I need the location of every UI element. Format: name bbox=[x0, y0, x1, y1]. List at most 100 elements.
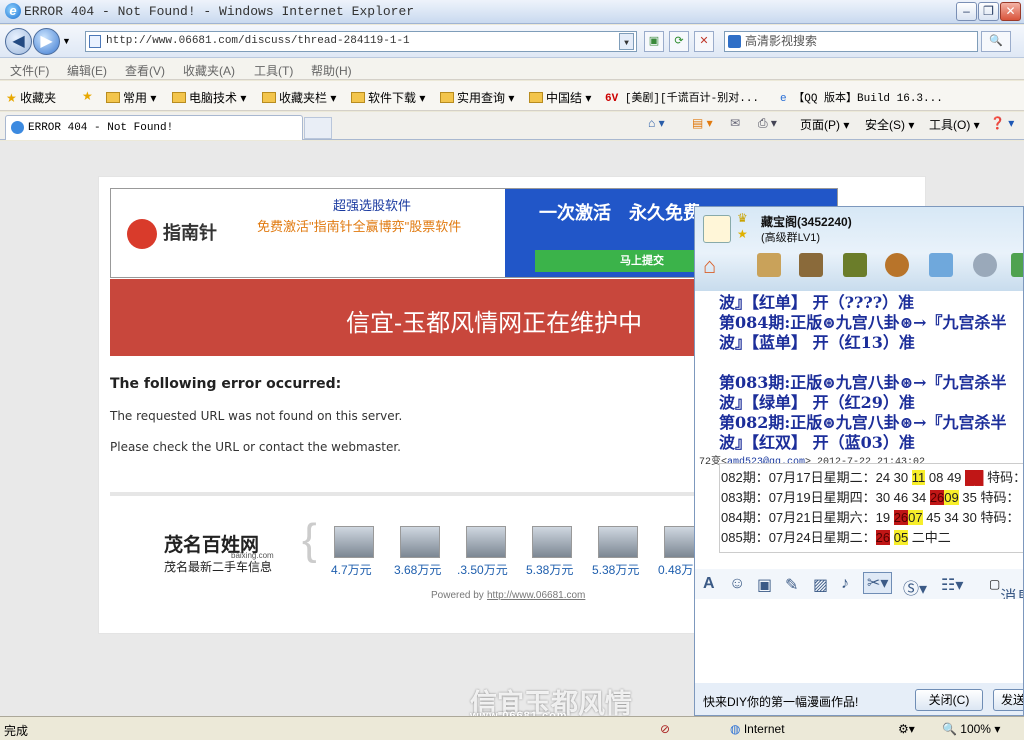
tab-active[interactable]: ERROR 404 - Not Found! bbox=[5, 115, 303, 140]
star-icon: ★ bbox=[6, 91, 17, 105]
message-input[interactable] bbox=[695, 599, 1023, 683]
coffee-icon[interactable] bbox=[885, 253, 909, 277]
car-thumbnail[interactable] bbox=[334, 526, 374, 558]
safety-menu[interactable]: 安全(S) ▾ bbox=[865, 116, 914, 133]
album-icon[interactable] bbox=[799, 253, 823, 277]
folder-share-icon[interactable] bbox=[757, 253, 781, 277]
menu-favorites[interactable]: 收藏夹(A) bbox=[183, 62, 235, 79]
edit-icon[interactable]: ✎ bbox=[785, 575, 798, 595]
address-input[interactable]: http://www.06681.com/discuss/thread-2841… bbox=[85, 31, 637, 52]
protected-mode-icon[interactable]: ⚙▾ bbox=[898, 722, 915, 736]
error-line-1: The requested URL was not found on this … bbox=[110, 409, 403, 423]
fav-folder-software[interactable]: 软件下载 ▾ bbox=[351, 89, 425, 106]
voice-icon[interactable]: Ⓢ▾ bbox=[903, 575, 927, 599]
folder-icon bbox=[106, 92, 120, 103]
car-price[interactable]: 5.38万元 bbox=[526, 561, 573, 578]
help-icon[interactable]: ❓ ▾ bbox=[990, 116, 1014, 130]
fav-link-tv[interactable]: 6V [美剧][千谎百计-别对... bbox=[605, 89, 759, 105]
tools-menu[interactable]: 工具(O) ▾ bbox=[929, 116, 980, 133]
add-favorite-icon[interactable]: ★ bbox=[82, 89, 93, 103]
back-button[interactable]: ◀ bbox=[5, 28, 32, 55]
more-icon[interactable]: ☷▾ bbox=[941, 575, 963, 595]
maintenance-banner: 信宜-玉都风情网正在维护中 bbox=[110, 279, 710, 356]
car-price[interactable]: 0.48万 bbox=[658, 561, 693, 578]
ad-brand: 指南针 bbox=[163, 223, 217, 244]
message-line: 波』【蓝单】 开（红13）准 bbox=[719, 333, 915, 352]
menu-view[interactable]: 查看(V) bbox=[125, 62, 165, 79]
car-price[interactable]: 3.68万元 bbox=[394, 561, 441, 578]
message-history-button[interactable]: ▢ 消息 bbox=[989, 577, 1023, 606]
fav-link-qq[interactable]: e 【QQ 版本】Build 16.3... bbox=[780, 89, 943, 105]
image-icon[interactable]: ▨ bbox=[813, 575, 828, 595]
table-row: 085期：07月24日星期二：26 05 二中二 bbox=[721, 530, 951, 545]
app-icon[interactable] bbox=[1011, 253, 1023, 277]
feeds-icon[interactable]: ▤ ▾ bbox=[692, 116, 713, 130]
mic-icon[interactable] bbox=[973, 253, 997, 277]
home-icon[interactable]: ⌂ bbox=[703, 253, 727, 278]
chat-settings-icon[interactable] bbox=[929, 253, 953, 277]
fav-folder-common[interactable]: 常用 ▾ bbox=[106, 89, 156, 106]
restore-button[interactable]: ❐ bbox=[978, 2, 999, 21]
folder-icon bbox=[262, 92, 276, 103]
minimize-button[interactable]: – bbox=[956, 2, 977, 21]
brace-decoration: { bbox=[302, 515, 317, 564]
address-dropdown-icon[interactable]: ▼ bbox=[619, 33, 634, 50]
globe-icon: ◍ bbox=[730, 722, 741, 736]
status-bar: 完成 ⊘ ◍ Internet ⚙▾ 🔍 100% ▾ bbox=[0, 716, 1024, 740]
zone-indicator[interactable]: ◍ Internet bbox=[730, 722, 785, 736]
history-dropdown-icon[interactable]: ▼ bbox=[62, 36, 71, 46]
compat-view-icon[interactable]: ▣ bbox=[644, 31, 664, 52]
stop-icon[interactable]: ✕ bbox=[694, 31, 714, 52]
page-icon bbox=[89, 35, 101, 48]
popup-blocked-icon[interactable]: ⊘ bbox=[660, 722, 670, 736]
home-icon[interactable]: ⌂ ▾ bbox=[648, 116, 665, 130]
folder-icon bbox=[351, 92, 365, 103]
car-thumbnail[interactable] bbox=[532, 526, 572, 558]
partner-caption: 茂名最新二手车信息 bbox=[164, 560, 273, 574]
search-input[interactable]: 高清影视搜索 bbox=[724, 31, 978, 52]
message-line: 波』【红双】 开（蓝03）准 bbox=[719, 433, 915, 452]
menu-edit[interactable]: 编辑(E) bbox=[67, 62, 107, 79]
qq-chat-window[interactable]: ♛ ★ 藏宝阁(3452240) (高级群LV1) ⌂ 波』【红单】 开（???… bbox=[694, 206, 1024, 716]
car-thumbnail[interactable] bbox=[598, 526, 638, 558]
refresh-icon[interactable]: ⟳ bbox=[669, 31, 689, 52]
favorites-button[interactable]: ★ 收藏夹 bbox=[6, 89, 56, 106]
compass-logo-icon bbox=[127, 219, 157, 249]
gift-icon[interactable]: ▣ bbox=[757, 575, 772, 595]
new-tab-button[interactable] bbox=[304, 117, 332, 139]
favorites-bar: ★ 收藏夹 ★ 常用 ▾ 电脑技术 ▾ 收藏夹栏 ▾ 软件下载 ▾ 实用查询 ▾… bbox=[0, 81, 1024, 111]
search-button[interactable]: 🔍 bbox=[981, 31, 1011, 52]
close-chat-button[interactable]: 关闭(C) bbox=[915, 689, 983, 711]
car-thumbnail[interactable] bbox=[466, 526, 506, 558]
crown-icon: ♛ bbox=[737, 211, 748, 225]
forward-button[interactable]: ▶ bbox=[33, 28, 60, 55]
menu-file[interactable]: 文件(F) bbox=[10, 62, 49, 79]
car-thumbnail[interactable] bbox=[400, 526, 440, 558]
video-icon[interactable] bbox=[843, 253, 867, 277]
music-icon[interactable]: ♪ bbox=[841, 575, 849, 593]
menu-tools[interactable]: 工具(T) bbox=[254, 62, 293, 79]
partner-ad[interactable]: 茂名百姓网 baixing.com 茂名最新二手车信息 { 4.7万元 3.68… bbox=[130, 516, 710, 578]
car-price[interactable]: 4.7万元 bbox=[331, 561, 372, 578]
zoom-control[interactable]: 🔍 100% ▾ bbox=[942, 722, 1000, 736]
tip-text[interactable]: 快来DIY你的第一幅漫画作品! bbox=[703, 693, 858, 710]
car-price[interactable]: 5.38万元 bbox=[592, 561, 639, 578]
fav-folder-query[interactable]: 实用查询 ▾ bbox=[440, 89, 514, 106]
group-name: 藏宝阁(3452240) bbox=[761, 215, 852, 229]
fav-folder-bar[interactable]: 收藏夹栏 ▾ bbox=[262, 89, 336, 106]
print-icon[interactable]: ⎙ ▾ bbox=[758, 116, 777, 131]
font-icon[interactable]: A bbox=[703, 575, 715, 593]
menu-help[interactable]: 帮助(H) bbox=[311, 62, 352, 79]
car-price[interactable]: .3.50万元 bbox=[457, 561, 508, 578]
fav-folder-tech[interactable]: 电脑技术 ▾ bbox=[172, 89, 246, 106]
emoji-icon[interactable]: ☺ bbox=[729, 575, 745, 593]
fav-folder-china[interactable]: 中国结 ▾ bbox=[529, 89, 591, 106]
page-menu[interactable]: 页面(P) ▾ bbox=[800, 116, 849, 133]
send-button[interactable]: 发送 bbox=[993, 689, 1023, 711]
ie-logo-icon: e bbox=[5, 3, 21, 19]
close-window-button[interactable]: ✕ bbox=[1000, 2, 1021, 21]
screenshot-icon[interactable]: ✂▾ bbox=[863, 572, 893, 594]
powered-link[interactable]: http://www.06681.com bbox=[487, 590, 585, 601]
group-avatar[interactable] bbox=[703, 215, 731, 243]
mail-icon[interactable]: ✉ bbox=[730, 116, 740, 130]
